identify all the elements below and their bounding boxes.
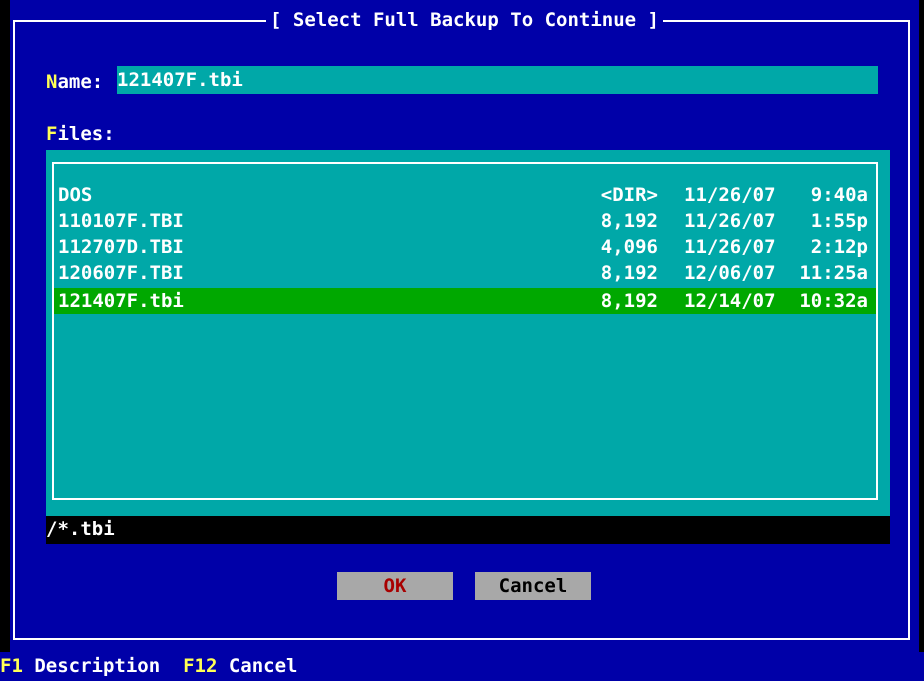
file-date: 11/26/07 [684,236,776,258]
file-size: 4,096 [600,236,658,258]
file-time: 11:25a [799,262,868,284]
file-size: <DIR> [600,184,658,206]
f12-label[interactable]: Cancel [229,655,298,677]
f1-label[interactable]: Description [34,655,160,677]
file-time: 10:32a [799,290,868,312]
file-row[interactable]: DOS <DIR> 11/26/07 9:40a [54,182,876,208]
file-size: 8,192 [600,262,658,284]
name-hotkey: N [46,71,58,93]
name-label: Name: [46,70,103,94]
name-label-text: ame: [57,71,104,93]
file-time: 9:40a [810,184,868,206]
file-name: 110107F.TBI [58,210,184,232]
file-size: 8,192 [600,210,658,232]
file-row[interactable]: 110107F.TBI 8,192 11/26/07 1:55p [54,208,876,234]
file-row[interactable]: 112707D.TBI 4,096 11/26/07 2:12p [54,234,876,260]
file-filter[interactable]: /*.tbi [46,516,890,544]
files-hotkey: F [46,123,58,145]
file-name: DOS [58,184,93,206]
ok-button[interactable]: OK [337,572,453,600]
file-date: 11/26/07 [684,184,776,206]
f12-key[interactable]: F12 [183,655,217,677]
file-name: 112707D.TBI [58,236,184,258]
f1-key[interactable]: F1 [0,655,23,677]
file-time: 2:12p [810,236,868,258]
files-label-text: iles: [57,123,115,145]
file-row[interactable]: 120607F.TBI 8,192 12/06/07 11:25a [54,260,876,286]
file-name: 121407F.tbi [58,290,184,312]
file-date: 11/26/07 [684,210,776,232]
file-row-selected[interactable]: 121407F.tbi 8,192 12/14/07 10:32a [54,288,876,314]
dialog-title: [ Select Full Backup To Continue ] [10,8,919,32]
status-bar: F1 Description F12 Cancel [0,652,924,681]
file-time: 1:55p [810,210,868,232]
file-name: 120607F.TBI [58,262,184,284]
file-date: 12/06/07 [684,262,776,284]
file-size: 8,192 [600,290,658,312]
name-input[interactable]: 121407F.tbi [117,66,878,94]
file-date: 12/14/07 [684,290,776,312]
file-list-panel: DOS <DIR> 11/26/07 9:40a 110107F.TBI 8,1… [46,150,890,516]
file-list[interactable]: DOS <DIR> 11/26/07 9:40a 110107F.TBI 8,1… [52,162,878,500]
files-label: Files: [46,122,115,146]
cancel-button[interactable]: Cancel [475,572,591,600]
